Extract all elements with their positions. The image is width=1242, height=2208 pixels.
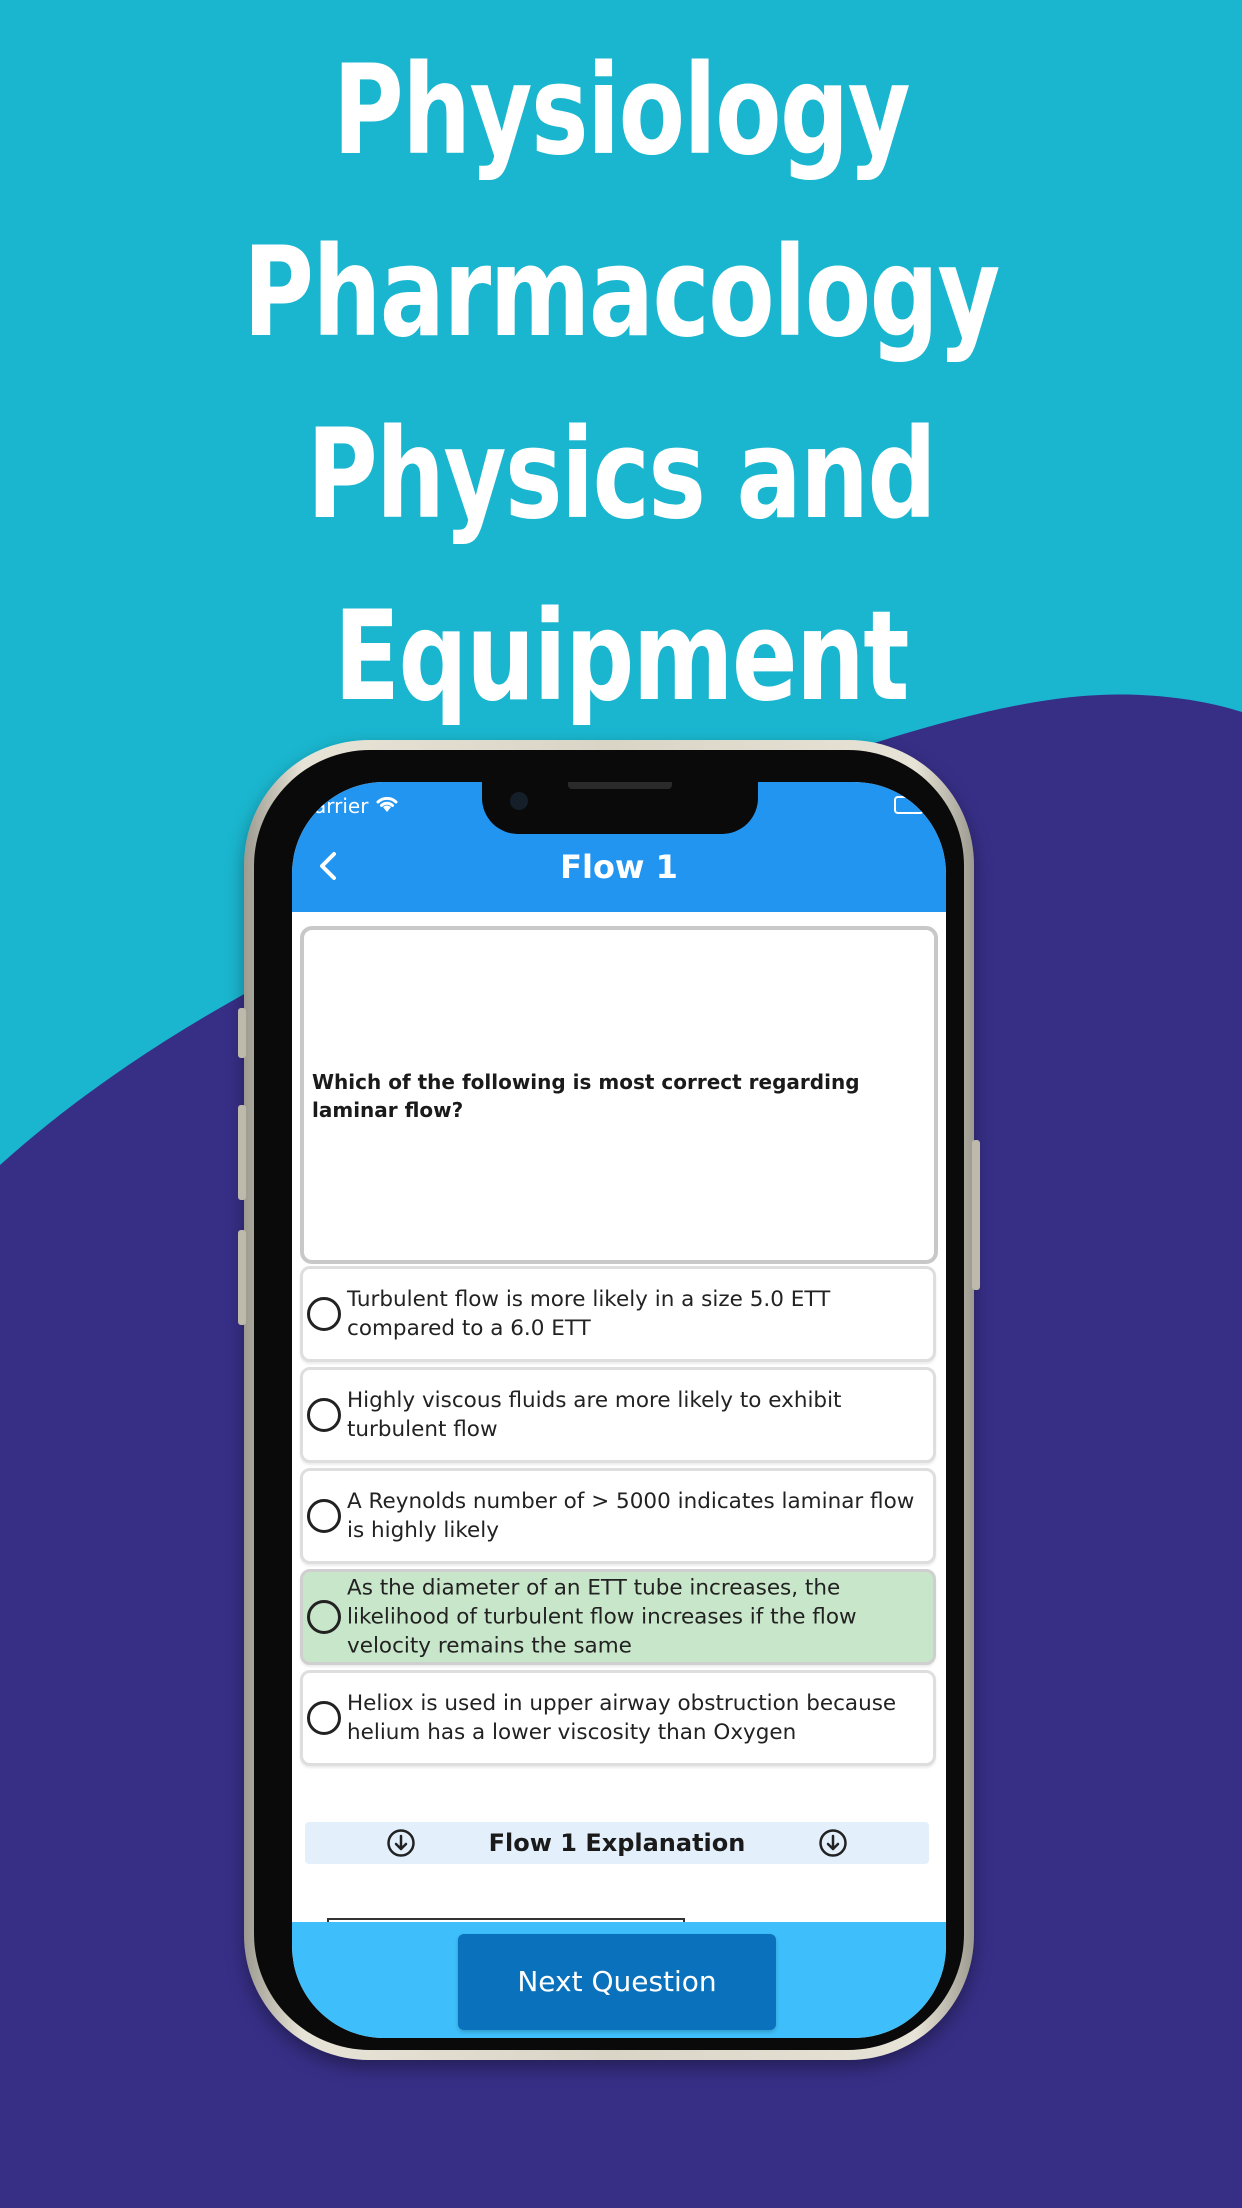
radio-button[interactable]: [307, 1297, 341, 1331]
explanation-toggle[interactable]: Flow 1 Explanation: [305, 1822, 929, 1864]
next-question-button[interactable]: Next Question: [458, 1934, 776, 2030]
wifi-icon: [376, 796, 398, 812]
battery-icon: [894, 796, 924, 814]
speaker-grille: [568, 782, 672, 789]
radio-button[interactable]: [307, 1701, 341, 1735]
answer-option-text: A Reynolds number of > 5000 indicates la…: [347, 1489, 915, 1543]
front-camera: [510, 792, 528, 810]
mute-switch: [238, 1008, 246, 1058]
answer-option-text: Turbulent flow is more likely in a size …: [347, 1287, 831, 1341]
answer-option-3[interactable]: A Reynolds number of > 5000 indicates la…: [300, 1468, 936, 1564]
answer-option-1[interactable]: Turbulent flow is more likely in a size …: [300, 1266, 936, 1362]
answer-option-5[interactable]: Heliox is used in upper airway obstructi…: [300, 1670, 936, 1766]
volume-up-button: [238, 1105, 246, 1200]
bottom-bar: Next Question: [292, 1922, 946, 2038]
phone-bezel: arrier Flow 1 Which of the following is …: [254, 750, 964, 2050]
radio-button[interactable]: [307, 1398, 341, 1432]
question-card: Which of the following is most correct r…: [300, 926, 938, 1264]
question-text: Which of the following is most correct r…: [312, 1070, 860, 1122]
page-title: Flow 1: [560, 848, 678, 886]
phone-mockup: arrier Flow 1 Which of the following is …: [238, 740, 980, 2060]
answer-option-2[interactable]: Highly viscous fluids are more likely to…: [300, 1367, 936, 1463]
headline-line-4: Equipment: [334, 585, 910, 729]
answer-option-4-selected[interactable]: As the diameter of an ETT tube increases…: [300, 1569, 936, 1665]
quiz-content: Which of the following is most correct r…: [292, 912, 946, 1928]
headline-line-3: Physics and: [306, 403, 937, 547]
headline-line-2: Pharmacology: [243, 221, 1000, 365]
carrier-label: arrier: [314, 794, 369, 818]
headline-line-1: Physiology: [332, 39, 911, 183]
volume-down-button: [238, 1230, 246, 1325]
radio-button[interactable]: [307, 1600, 341, 1634]
headline: Physiology Pharmacology Physics and Equi…: [0, 20, 1242, 748]
phone-screen: arrier Flow 1 Which of the following is …: [292, 782, 946, 2038]
answer-option-text: Highly viscous fluids are more likely to…: [347, 1388, 842, 1442]
answer-option-text: Heliox is used in upper airway obstructi…: [347, 1691, 897, 1745]
radio-button[interactable]: [307, 1499, 341, 1533]
arrow-down-circle-icon: [819, 1829, 847, 1857]
answer-option-text: As the diameter of an ETT tube increases…: [347, 1575, 857, 1659]
power-button: [972, 1140, 980, 1290]
phone-notch: [482, 782, 758, 834]
